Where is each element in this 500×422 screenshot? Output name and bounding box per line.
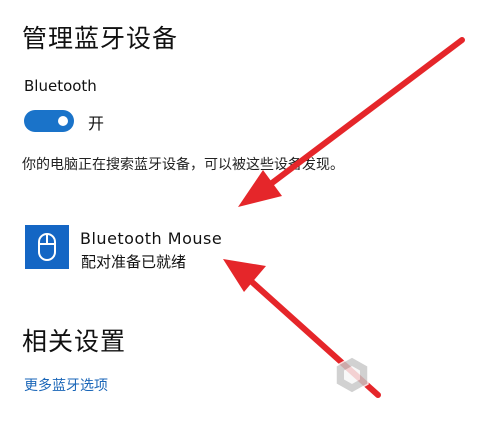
more-bluetooth-options-link[interactable]: 更多蓝牙选项 [24,375,108,395]
page-title: 管理蓝牙设备 [22,24,179,53]
watermark: 硬件之家 YING JIAN ZHI JIA.COM [332,351,492,399]
mouse-icon [38,233,56,261]
bluetooth-toggle[interactable] [24,110,74,132]
search-status-text: 你的电脑正在搜索蓝牙设备，可以被这些设备发现。 [22,157,344,173]
device-name[interactable]: Bluetooth Mouse [80,229,222,248]
related-settings-title: 相关设置 [22,327,127,356]
toggle-knob [58,116,68,126]
arrow-1 [238,37,465,207]
device-icon-tile[interactable] [25,225,69,269]
watermark-subtitle: YING JIAN ZHI JIA.COM [374,382,485,392]
bluetooth-label: Bluetooth [24,77,97,95]
device-status: 配对准备已就绪 [81,253,187,271]
toggle-state-label: 开 [88,114,105,133]
watermark-logo-icon [335,356,369,394]
watermark-title: 硬件之家 [374,362,446,382]
